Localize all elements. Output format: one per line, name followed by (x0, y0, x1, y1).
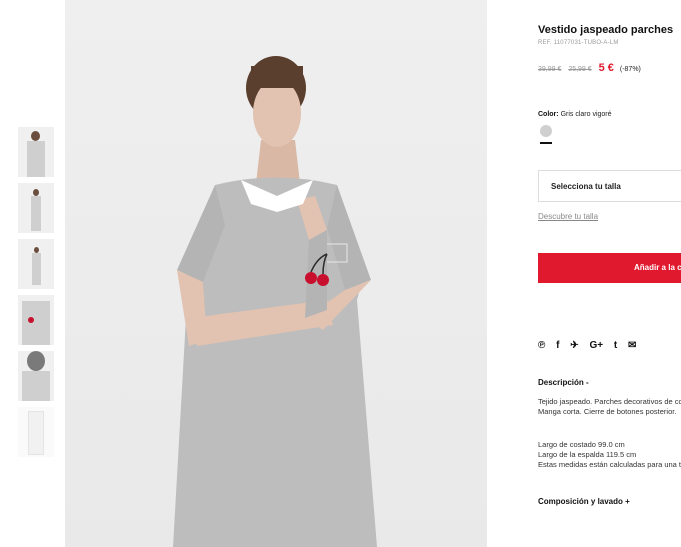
thumbnail-3[interactable] (18, 239, 54, 289)
composition-toggle[interactable]: Composición y lavado + (538, 497, 630, 506)
pinterest-icon[interactable]: ℗ (538, 340, 545, 351)
email-icon[interactable]: ✉ (628, 340, 636, 351)
product-title: Vestido jaspeado parches (538, 24, 674, 36)
color-value: Gris claro vigoré (560, 111, 612, 118)
measurement-side-length: Largo de costado 99.0 cm (538, 440, 625, 449)
model-illustration (173, 56, 377, 547)
price-row: 39,99 € 25,99 € 5 € (-87%) (538, 62, 641, 74)
measurement-back-length: Largo de la espalda 119.5 cm (538, 450, 637, 459)
google-plus-icon[interactable]: G+ (589, 340, 603, 351)
size-guide-link[interactable]: Descubre tu talla (538, 212, 598, 221)
price-current: 5 € (598, 62, 614, 74)
product-info-panel: Vestido jaspeado parches REF. 11077031-T… (538, 0, 681, 547)
size-select[interactable]: Selecciona tu talla (538, 170, 681, 202)
price-original: 39,99 € (538, 66, 562, 73)
color-info: Color: Gris claro vigoré (538, 111, 612, 118)
description-text: Tejido jaspeado. Parches decorativos de … (538, 397, 681, 416)
thumbnail-4[interactable] (18, 295, 54, 345)
main-product-image (65, 0, 487, 547)
color-label: Color: (538, 111, 559, 118)
thumbnail-1[interactable] (18, 127, 54, 177)
thumbnail-6[interactable] (18, 407, 54, 457)
measurement-note: Estas medidas están calculadas para una … (538, 460, 681, 469)
description-toggle[interactable]: Descripción - (538, 378, 589, 387)
thumbnail-2[interactable] (18, 183, 54, 233)
tumblr-icon[interactable]: t (614, 340, 617, 351)
thumbnail-5[interactable] (18, 351, 54, 401)
facebook-icon[interactable]: f (556, 340, 559, 351)
discount-badge: (-87%) (619, 66, 641, 73)
color-swatch[interactable] (540, 125, 552, 137)
add-to-cart-button[interactable]: Añadir a la cesta (538, 253, 681, 283)
price-previous: 25,99 € (568, 66, 592, 73)
social-share-bar: ℗ f ✈ G+ t ✉ (538, 340, 644, 351)
measurements: Largo de costado 99.0 cm Largo de la esp… (538, 440, 681, 470)
swatch-selected-indicator (540, 142, 552, 144)
twitter-icon[interactable]: ✈ (570, 340, 578, 351)
product-reference: REF. 11077031-TUBO-A-LM (538, 40, 619, 46)
